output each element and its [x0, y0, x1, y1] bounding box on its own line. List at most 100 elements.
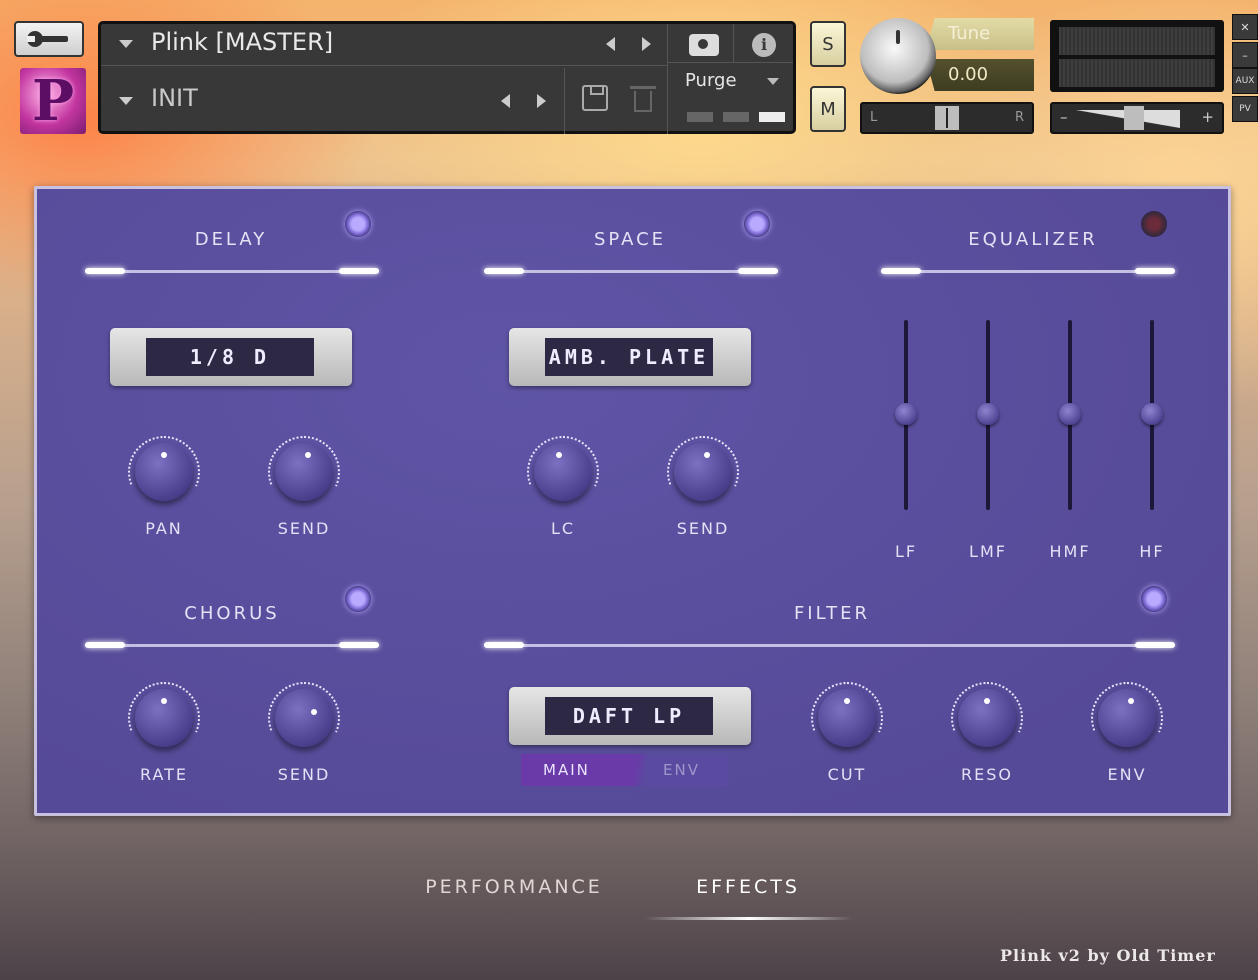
filter-reso-knob[interactable] — [958, 689, 1016, 747]
instrument-dropdown-icon[interactable] — [119, 40, 133, 48]
memory-meter-segment — [687, 112, 713, 122]
mute-button[interactable]: M — [810, 86, 846, 132]
equalizer-divider — [881, 270, 1175, 273]
pan-handle[interactable] — [935, 106, 959, 130]
logo-letter: P — [31, 68, 75, 134]
pv-button[interactable]: PV — [1232, 96, 1258, 122]
space-lc-knob[interactable] — [534, 443, 592, 501]
next-instrument-icon[interactable] — [642, 37, 651, 51]
close-button[interactable]: ✕ — [1232, 14, 1258, 40]
footer-credit: Plink v2 by Old Timer — [1000, 946, 1216, 965]
minimize-button[interactable]: – — [1232, 42, 1258, 68]
instrument-logo[interactable]: P — [20, 68, 86, 134]
eq-hf-thumb[interactable] — [1141, 403, 1163, 425]
eq-hf-label: HF — [1139, 542, 1165, 561]
info-icon[interactable]: i — [752, 33, 776, 57]
purge-dropdown-icon[interactable] — [767, 78, 779, 85]
space-power-led[interactable] — [744, 211, 770, 237]
eq-hmf-label: HMF — [1049, 542, 1091, 561]
filter-divider-end — [484, 642, 524, 648]
chorus-divider-end — [339, 642, 379, 648]
filter-title: FILTER — [793, 603, 871, 624]
camera-icon[interactable] — [689, 34, 719, 56]
delay-send-label: SEND — [277, 519, 331, 538]
pan-right-label: R — [1014, 110, 1024, 125]
purge-menu[interactable]: Purge — [685, 70, 737, 91]
filter-type-value: DAFT LP — [545, 697, 713, 735]
tab-filter-env[interactable]: ENV — [663, 761, 700, 779]
volume-handle[interactable] — [1124, 106, 1144, 130]
space-title: SPACE — [593, 229, 667, 250]
tune-knob[interactable] — [860, 18, 936, 94]
chorus-rate-knob[interactable] — [135, 689, 193, 747]
trash-icon[interactable] — [630, 86, 656, 112]
tab-performance[interactable]: PERFORMANCE — [425, 876, 603, 898]
equalizer-divider-end — [1135, 268, 1175, 274]
delay-divider — [85, 270, 379, 273]
filter-type-display[interactable]: DAFT LP — [509, 687, 751, 745]
settings-wrench-button[interactable] — [14, 21, 84, 57]
space-divider-end — [484, 268, 524, 274]
filter-divider-end — [1135, 642, 1175, 648]
space-lc-label: LC — [550, 519, 576, 538]
tune-value[interactable]: 0.00 — [926, 59, 1034, 91]
volume-slider[interactable]: – + — [1050, 102, 1224, 134]
wrench-icon — [27, 31, 68, 47]
meter-left-channel — [1059, 27, 1215, 55]
instrument-name: Plink [MASTER] — [151, 28, 334, 56]
delay-title: DELAY — [194, 229, 268, 250]
space-send-knob[interactable] — [674, 443, 732, 501]
pan-left-label: L — [870, 110, 878, 125]
filter-env-knob[interactable] — [1098, 689, 1156, 747]
filter-mode-tabs: MAIN ENV — [521, 754, 728, 786]
preset-dropdown-icon[interactable] — [119, 97, 133, 105]
instrument-row: Plink [MASTER] — [101, 24, 667, 66]
instrument-header: Plink [MASTER] INIT i Purge — [98, 21, 796, 134]
equalizer-divider-end — [881, 268, 921, 274]
space-reverb-value: AMB. PLATE — [545, 338, 713, 376]
eq-hmf-thumb[interactable] — [1059, 403, 1081, 425]
prev-instrument-icon[interactable] — [606, 37, 615, 51]
pan-slider[interactable]: L R — [860, 102, 1034, 134]
active-tab-indicator — [645, 917, 853, 920]
delay-pan-label: PAN — [145, 519, 183, 538]
filter-power-led[interactable] — [1141, 586, 1167, 612]
chorus-title: CHORUS — [184, 603, 280, 624]
chorus-send-knob[interactable] — [275, 689, 333, 747]
filter-reso-label: RESO — [961, 765, 1013, 784]
space-send-label: SEND — [676, 519, 730, 538]
delay-time-display[interactable]: 1/8 D — [110, 328, 352, 386]
eq-lf-thumb[interactable] — [895, 403, 917, 425]
equalizer-power-led[interactable] — [1141, 211, 1167, 237]
memory-meter-segment — [723, 112, 749, 122]
space-reverb-display[interactable]: AMB. PLATE — [509, 328, 751, 386]
divider — [564, 68, 565, 134]
aux-button[interactable]: AUX — [1232, 68, 1258, 94]
tune-label: Tune — [926, 18, 1034, 50]
equalizer-title: EQUALIZER — [968, 229, 1098, 250]
solo-button[interactable]: S — [810, 21, 846, 67]
divider — [667, 62, 793, 63]
chorus-send-label: SEND — [277, 765, 331, 784]
save-icon[interactable] — [582, 85, 608, 111]
eq-lmf-thumb[interactable] — [977, 403, 999, 425]
delay-send-knob[interactable] — [275, 443, 333, 501]
delay-power-led[interactable] — [345, 211, 371, 237]
filter-env-label: ENV — [1107, 765, 1147, 784]
volume-plus-label: + — [1201, 108, 1214, 126]
tab-filter-main[interactable]: MAIN — [543, 761, 590, 779]
filter-divider — [484, 644, 1175, 647]
next-preset-icon[interactable] — [537, 94, 546, 108]
space-divider — [484, 270, 778, 273]
chorus-power-led[interactable] — [345, 586, 371, 612]
prev-preset-icon[interactable] — [501, 94, 510, 108]
preset-name: INIT — [151, 84, 198, 112]
chorus-divider-end — [85, 642, 125, 648]
filter-cut-knob[interactable] — [818, 689, 876, 747]
delay-time-value: 1/8 D — [146, 338, 314, 376]
tab-effects[interactable]: EFFECTS — [696, 876, 800, 898]
delay-divider-end — [85, 268, 125, 274]
delay-pan-knob[interactable] — [135, 443, 193, 501]
eq-lf-label: LF — [894, 542, 918, 561]
eq-lmf-label: LMF — [969, 542, 1007, 561]
